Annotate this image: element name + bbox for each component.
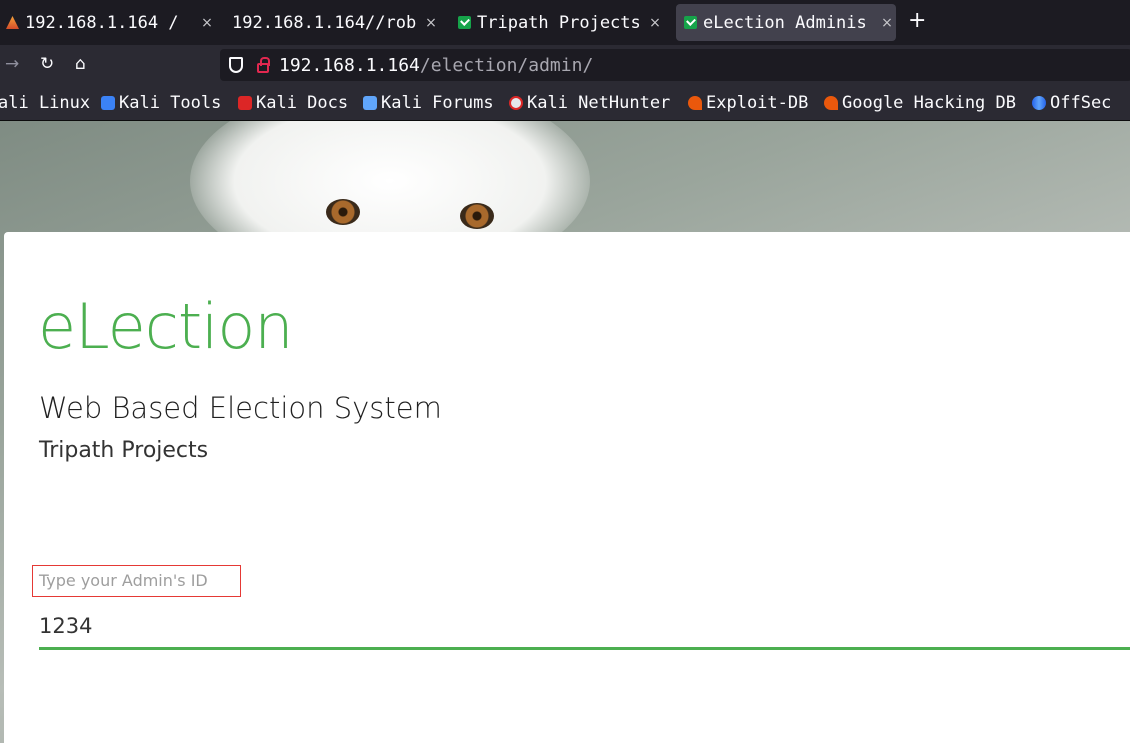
tab-bar: 192.168.1.164 / × 192.168.1.164//rob × T… (0, 0, 1130, 45)
tab-title: 192.168.1.164 / (25, 12, 179, 33)
kali-forums-icon (363, 96, 377, 110)
insecure-lock-icon[interactable] (257, 57, 270, 73)
tab-3[interactable]: Tripath Projects × (458, 4, 664, 41)
bookmark-label: Kali Tools (119, 93, 222, 113)
bookmark-kali-docs[interactable]: Kali Docs (238, 93, 348, 113)
wolf-eye-right (460, 203, 494, 229)
brand-title: eLection (38, 290, 294, 363)
organization-name: Tripath Projects (39, 438, 209, 463)
bookmark-label: ali Linux (0, 93, 91, 113)
exploit-db-icon (688, 96, 702, 110)
reload-icon[interactable]: ↻ (40, 54, 54, 74)
check-shield-icon (458, 16, 471, 29)
close-icon[interactable]: × (422, 15, 440, 31)
wolf-eye-left (326, 199, 360, 225)
admin-id-input[interactable] (39, 604, 1130, 650)
close-icon[interactable]: × (646, 15, 664, 31)
check-shield-icon (684, 16, 697, 29)
tab-title: eLection Adminis (703, 12, 867, 33)
tab-title: 192.168.1.164//rob (232, 12, 417, 33)
kali-docs-icon (238, 96, 252, 110)
close-icon[interactable]: × (198, 15, 216, 31)
tracking-protection-icon[interactable] (229, 57, 243, 73)
admin-id-label: Type your Admin's ID (32, 565, 241, 597)
new-tab-button[interactable]: + (908, 8, 926, 33)
tab-1[interactable]: 192.168.1.164 / × (6, 4, 216, 41)
offsec-icon (1032, 96, 1046, 110)
tab-title: Tripath Projects (477, 12, 641, 33)
bookmark-kali-forums[interactable]: Kali Forums (363, 93, 494, 113)
bookmark-label: Kali Docs (256, 93, 349, 113)
url-text[interactable]: 192.168.1.164/election/admin/ (279, 55, 593, 76)
url-bar[interactable]: 192.168.1.164/election/admin/ (220, 49, 1130, 81)
page-subtitle: Web Based Election System (39, 391, 442, 425)
url-host: 192.168.1.164 (279, 54, 420, 76)
bookmark-label: Google Hacking DB (842, 93, 1016, 113)
bookmark-label: Exploit-DB (706, 93, 809, 113)
nethunter-icon (509, 96, 523, 110)
forward-icon[interactable]: → (5, 54, 19, 74)
bookmark-google-hacking-db[interactable]: Google Hacking DB (824, 93, 1016, 113)
login-card: eLection Web Based Election System Tripa… (4, 232, 1130, 743)
bookmark-label: Kali NetHunter (527, 93, 671, 113)
home-icon[interactable]: ⌂ (75, 54, 86, 74)
navigation-bar: → ↻ ⌂ 192.168.1.164/election/admin/ (0, 45, 1130, 85)
bookmark-kali-tools[interactable]: Kali Tools (101, 93, 221, 113)
bookmark-kali-nethunter[interactable]: Kali NetHunter (509, 93, 670, 113)
tab-2[interactable]: 192.168.1.164//rob × (232, 4, 440, 41)
kali-icon (6, 16, 19, 29)
bookmark-label: OffSec (1050, 93, 1112, 113)
close-icon[interactable]: × (878, 15, 896, 31)
url-path: /election/admin/ (419, 54, 594, 76)
bookmark-exploit-db[interactable]: Exploit-DB (688, 93, 808, 113)
bookmark-offsec[interactable]: OffSec (1032, 93, 1111, 113)
kali-tools-icon (101, 96, 115, 110)
ghdb-icon (824, 96, 838, 110)
bookmarks-toolbar: ali Linux Kali Tools Kali Docs Kali Foru… (0, 85, 1130, 121)
page-viewport: eLection Web Based Election System Tripa… (0, 121, 1130, 743)
tab-4-active[interactable]: eLection Adminis × (676, 4, 896, 41)
bookmark-label: Kali Forums (381, 93, 494, 113)
bookmark-kali-linux[interactable]: ali Linux (0, 93, 90, 113)
